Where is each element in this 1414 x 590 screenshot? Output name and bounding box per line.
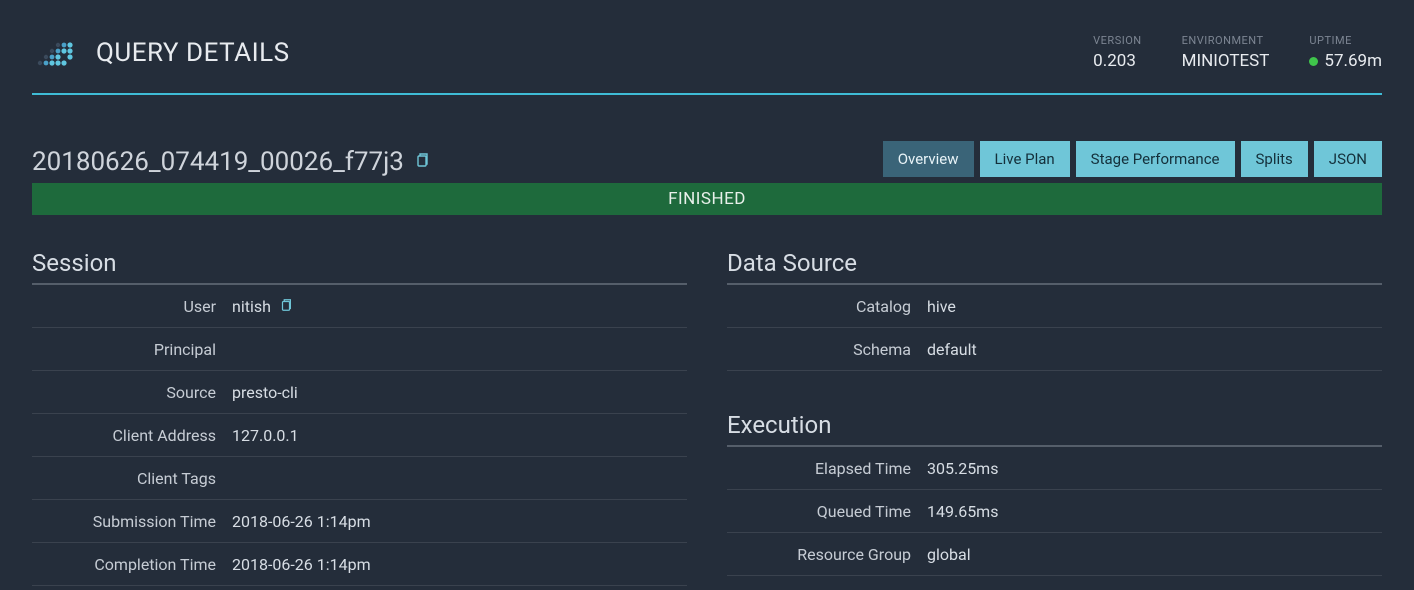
row-submission-time: Submission Time 2018-06-26 1:14pm [32, 500, 687, 543]
user-value-text: nitish [232, 297, 271, 316]
resource-group-value: global [927, 543, 971, 565]
tab-stage-performance[interactable]: Stage Performance [1076, 141, 1235, 177]
stat-uptime-value: 57.69m [1309, 51, 1382, 71]
elapsed-time-value: 305.25ms [927, 457, 998, 479]
catalog-label: Catalog [727, 297, 927, 316]
row-elapsed-time: Elapsed Time 305.25ms [727, 447, 1382, 490]
page-header: QUERY DETAILS VERSION 0.203 ENVIRONMENT … [32, 0, 1382, 95]
content-columns: Session User nitish Principal [32, 249, 1382, 586]
row-client-tags: Client Tags [32, 457, 687, 500]
query-id-text: 20180626_074419_00026_f77j3 [32, 147, 404, 177]
col-left: Session User nitish Principal [32, 249, 687, 586]
query-id: 20180626_074419_00026_f77j3 [32, 147, 430, 177]
completion-time-label: Completion Time [32, 555, 232, 574]
row-completion-time: Completion Time 2018-06-26 1:14pm [32, 543, 687, 586]
source-label: Source [32, 383, 232, 402]
row-catalog: Catalog hive [727, 285, 1382, 328]
page-title: QUERY DETAILS [96, 38, 290, 68]
client-address-value: 127.0.0.1 [232, 424, 299, 446]
row-schema: Schema default [727, 328, 1382, 371]
row-queued-time: Queued Time 149.65ms [727, 490, 1382, 533]
stat-environment-label: ENVIRONMENT [1182, 34, 1270, 47]
row-client-address: Client Address 127.0.0.1 [32, 414, 687, 457]
source-value: presto-cli [232, 381, 298, 403]
queued-time-label: Queued Time [727, 502, 927, 521]
resource-group-label: Resource Group [727, 545, 927, 564]
schema-label: Schema [727, 340, 927, 359]
stat-version-value: 0.203 [1093, 51, 1141, 71]
uptime-status-dot-icon [1309, 57, 1318, 66]
row-principal: Principal [32, 328, 687, 371]
uptime-text: 57.69m [1324, 51, 1382, 71]
execution-title: Execution [727, 411, 1382, 447]
stat-version-label: VERSION [1093, 34, 1141, 47]
tab-splits[interactable]: Splits [1241, 141, 1308, 177]
tabs: Overview Live Plan Stage Performance Spl… [883, 141, 1382, 177]
row-source: Source presto-cli [32, 371, 687, 414]
row-user: User nitish [32, 285, 687, 328]
presto-logo-icon [32, 35, 78, 71]
client-address-label: Client Address [32, 426, 232, 445]
stat-uptime-label: UPTIME [1309, 34, 1382, 47]
tab-overview[interactable]: Overview [883, 141, 974, 177]
stat-environment: ENVIRONMENT MINIOTEST [1182, 34, 1270, 71]
elapsed-time-label: Elapsed Time [727, 459, 927, 478]
copy-icon[interactable] [279, 297, 293, 316]
tab-live-plan[interactable]: Live Plan [980, 141, 1070, 177]
client-tags-label: Client Tags [32, 469, 232, 488]
submission-time-value: 2018-06-26 1:14pm [232, 510, 371, 532]
schema-value: default [927, 338, 977, 360]
header-stats: VERSION 0.203 ENVIRONMENT MINIOTEST UPTI… [1093, 34, 1382, 71]
user-value: nitish [232, 295, 293, 317]
catalog-value: hive [927, 295, 956, 317]
query-header-row: 20180626_074419_00026_f77j3 Overview Liv… [32, 141, 1382, 177]
user-label: User [32, 297, 232, 316]
copy-icon[interactable] [414, 152, 430, 172]
submission-time-label: Submission Time [32, 512, 232, 531]
stat-version: VERSION 0.203 [1093, 34, 1141, 71]
tab-json[interactable]: JSON [1314, 141, 1382, 177]
principal-label: Principal [32, 340, 232, 359]
data-source-title: Data Source [727, 249, 1382, 285]
queued-time-value: 149.65ms [927, 500, 998, 522]
status-badge: FINISHED [32, 183, 1382, 215]
stat-uptime: UPTIME 57.69m [1309, 34, 1382, 71]
completion-time-value: 2018-06-26 1:14pm [232, 553, 371, 575]
stat-environment-value: MINIOTEST [1182, 51, 1270, 71]
header-left: QUERY DETAILS [32, 35, 290, 71]
col-right: Data Source Catalog hive Schema default … [727, 249, 1382, 586]
row-resource-group: Resource Group global [727, 533, 1382, 576]
session-title: Session [32, 249, 687, 285]
